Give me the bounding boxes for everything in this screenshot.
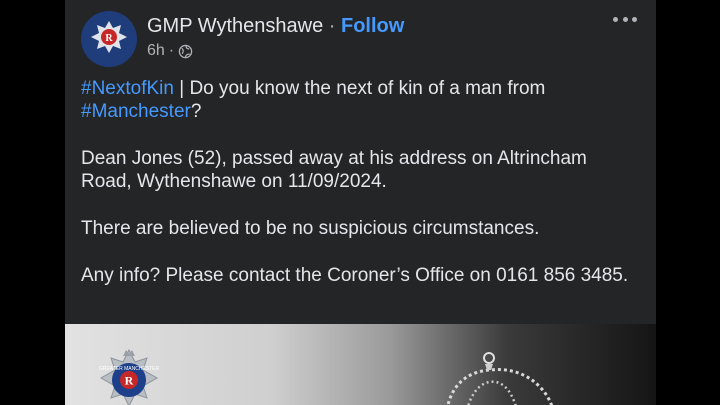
police-crest-icon: R bbox=[91, 21, 127, 53]
post-time[interactable]: 6h bbox=[147, 42, 165, 60]
more-dot bbox=[613, 16, 618, 22]
hashtag-manchester[interactable]: #Manchester bbox=[81, 101, 191, 122]
facebook-post: R GMP Wythenshawe · Follow 6h · #NextofK… bbox=[65, 0, 656, 405]
svg-text:R: R bbox=[105, 33, 113, 44]
post-paragraph-circumstances: There are believed to be no suspicious c… bbox=[81, 218, 540, 239]
intro-question-mark: ? bbox=[190, 101, 202, 122]
post-paragraph-details: Dean Jones (52), passed away at his addr… bbox=[81, 148, 587, 192]
post-header: GMP Wythenshawe · Follow bbox=[147, 15, 404, 38]
intro-text: | Do you know the next of kin of a man f… bbox=[173, 78, 546, 99]
badge-text: GREATER MANCHESTER bbox=[99, 366, 160, 372]
globe-icon bbox=[178, 44, 193, 58]
follow-button[interactable]: Follow bbox=[341, 15, 404, 37]
crown-icon bbox=[446, 352, 554, 405]
header-separator: · bbox=[328, 15, 336, 37]
post-paragraph-contact: Any info? Please contact the Coroner’s O… bbox=[81, 265, 629, 286]
page-name[interactable]: GMP Wythenshawe bbox=[147, 15, 323, 37]
post-image[interactable]: R GREATER MANCHESTER bbox=[65, 324, 656, 405]
hashtag-nextofkin[interactable]: #NextofKin bbox=[81, 78, 174, 99]
more-options-icon[interactable] bbox=[613, 14, 637, 24]
police-badge-icon: R GREATER MANCHESTER bbox=[99, 348, 160, 405]
post-meta: 6h · bbox=[147, 42, 193, 60]
svg-text:R: R bbox=[125, 374, 134, 388]
more-dot bbox=[632, 16, 637, 22]
post-body: #NextofKin | Do you know the next of kin… bbox=[81, 77, 636, 311]
more-dot bbox=[622, 16, 628, 22]
page-avatar[interactable]: R bbox=[81, 11, 137, 67]
post-paragraph-intro: #NextofKin | Do you know the next of kin… bbox=[81, 77, 636, 123]
meta-dot: · bbox=[168, 42, 175, 59]
